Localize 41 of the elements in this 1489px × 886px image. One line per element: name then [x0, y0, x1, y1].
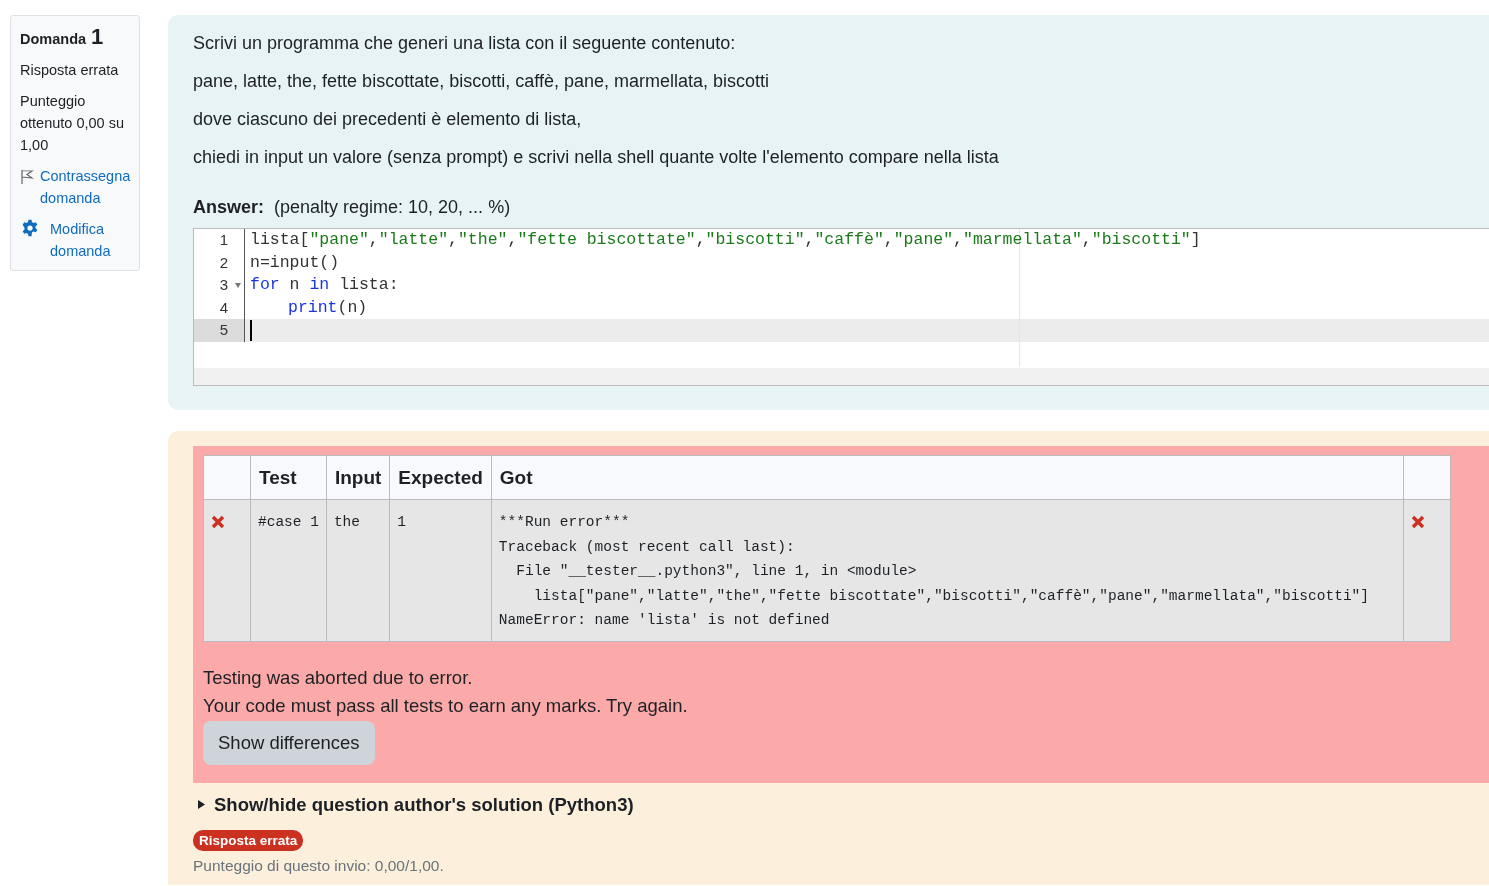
column-header: Expected — [389, 455, 492, 500]
fold-arrow-icon[interactable] — [235, 283, 241, 288]
penalty-text: (penalty regime: 10, 20, ... %) — [274, 197, 511, 218]
question-number: 1 — [91, 26, 104, 48]
code-line: print(n) — [288, 296, 368, 319]
column-header: Got — [491, 455, 1404, 500]
code-line: lista["pane","latte","the","fette biscottate","biscotti","caffè","pane","marmellata","biscotti"] — [250, 229, 1201, 251]
code-line: for n in lista: — [250, 274, 399, 296]
solution-toggle[interactable]: Show/hide question author's solution (Python3) — [214, 793, 634, 816]
column-header: Test — [250, 455, 327, 500]
answer-label: Answer: — [193, 197, 264, 218]
table-cell: the — [326, 499, 390, 641]
code-editor[interactable]: 1 lista["pane","latte","the","fette biscottate","biscotti","caffè","pane","marmellata","biscotti"] 2 n=input() 3 for n in lista: 4 print(n) 5 — [193, 228, 1489, 386]
flag-question-link[interactable]: Contrassegna domanda — [40, 165, 131, 209]
feedback-message: Testing was aborted due to error. — [203, 665, 474, 690]
flag-icon[interactable] — [20, 169, 34, 185]
gear-icon[interactable] — [21, 219, 39, 237]
status-badge: Risposta errata — [193, 829, 304, 851]
question-text: dove ciascuno dei precedenti è elemento di lista, — [193, 108, 583, 131]
code-line: n=input() — [250, 251, 340, 274]
line-number: 3 — [219, 275, 228, 295]
line-number: 5 — [219, 320, 228, 340]
question-text: pane, latte, the, fette biscottate, biscotti, caffè, pane, marmellata, biscotti — [193, 70, 770, 93]
question-status: Risposta errata — [20, 61, 120, 80]
table-cell: #case 1 — [250, 499, 327, 641]
question-text: Scrivi un programma che generi una lista con il seguente contenuto: — [193, 32, 737, 55]
question-text: chiedi in input un valore (senza prompt) e scrivi nella shell quante volte l'elemento compare nella lista — [193, 146, 1000, 169]
column-header: Input — [326, 455, 390, 500]
show-differences-button[interactable]: Show differences — [203, 720, 375, 765]
line-number: 1 — [219, 230, 228, 250]
feedback-message: Your code must pass all tests to earn any marks. Try again. — [203, 693, 689, 718]
submission-score: Punteggio di questo invio: 0,00/1,00. — [193, 856, 445, 875]
expand-arrow-icon[interactable] — [198, 800, 205, 809]
line-number: 4 — [219, 297, 228, 318]
table-cell: ***Run error*** Traceback (most recent call last): File "__tester__.python3", line 1, in <module> lista["pane","latte","the","fette biscottate","biscotti","caffè","pane","marmellata","biscotti"] NameError: name 'lista' is not defined — [491, 499, 1404, 641]
question-label: Domanda — [20, 30, 87, 49]
text-cursor — [250, 320, 252, 341]
table-cell: 1 — [389, 499, 492, 641]
line-number: 2 — [219, 252, 228, 273]
question-grade: Punteggio ottenuto 0,00 su 1,00 — [20, 92, 125, 155]
edit-question-link[interactable]: Modifica domanda — [50, 218, 130, 262]
